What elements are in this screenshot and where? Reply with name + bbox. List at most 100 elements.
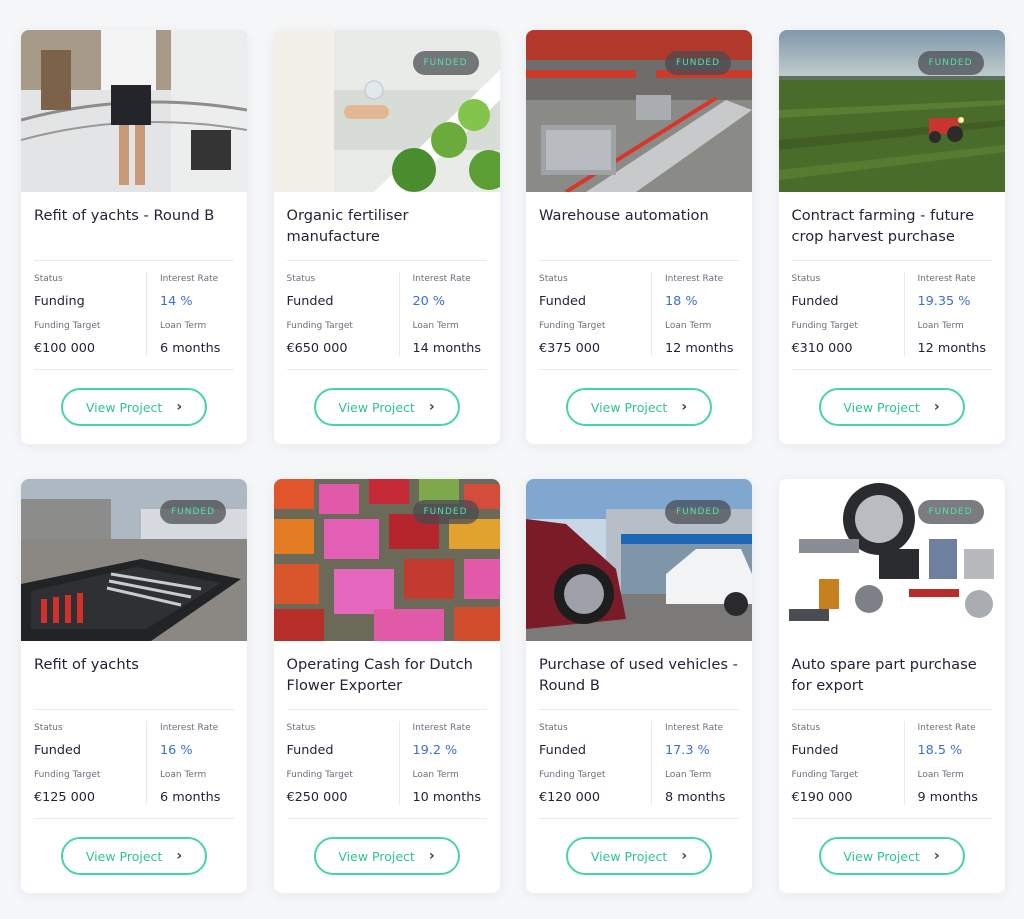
funding-target-value: €100 000 — [34, 341, 96, 356]
status-value: Funded — [791, 743, 839, 758]
status-value: Funded — [286, 294, 334, 309]
project-title: Contract farming - future crop harvest p… — [791, 207, 975, 245]
funding-target-value: €190 000 — [791, 790, 853, 805]
project-title: Operating Cash for Dutch Flower Exporter — [286, 656, 473, 694]
interest-rate-label: Interest Rate — [412, 274, 471, 284]
project-image-flowers[interactable]: FUNDED — [273, 479, 500, 641]
chevron-right-icon: › — [933, 847, 940, 864]
interest-rate-value: 19.2 % — [412, 743, 458, 758]
interest-rate-value: 16 % — [160, 743, 193, 758]
funded-badge: FUNDED — [917, 500, 984, 524]
status-value: Funded — [34, 743, 82, 758]
project-card: FUNDED Warehouse automation Status Funde… — [526, 30, 752, 444]
loan-term-label: Loan Term — [412, 321, 459, 331]
chevron-right-icon: › — [681, 398, 688, 415]
funding-target-value: €120 000 — [539, 790, 601, 805]
project-title: Organic fertiliser manufacture — [286, 207, 409, 245]
funding-target-label: Funding Target — [286, 770, 353, 780]
project-card: FUNDED Contract farming - future crop ha… — [778, 30, 1005, 444]
funding-target-label: Funding Target — [34, 770, 101, 780]
project-title: Refit of yachts — [34, 656, 139, 673]
interest-rate-label: Interest Rate — [160, 274, 219, 284]
view-project-button[interactable]: View Project › — [313, 837, 460, 875]
project-title: Refit of yachts - Round B — [34, 207, 215, 224]
view-project-label: View Project — [590, 399, 668, 415]
status-value: Funded — [539, 743, 587, 758]
funded-badge: FUNDED — [665, 500, 731, 524]
project-image-warehouse[interactable]: FUNDED — [526, 30, 752, 192]
project-card: FUNDED Purchase of used vehicles - Round… — [526, 479, 752, 893]
funded-badge: FUNDED — [412, 500, 479, 524]
view-project-button[interactable]: View Project › — [313, 388, 460, 426]
chevron-right-icon: › — [681, 847, 688, 864]
view-project-label: View Project — [590, 848, 668, 864]
loan-term-label: Loan Term — [917, 770, 964, 780]
status-label: Status — [791, 723, 821, 733]
status-label: Status — [539, 723, 568, 733]
project-card: FUNDED Operating Cash for Dutch Flower E… — [273, 479, 500, 893]
loan-term-value: 8 months — [665, 790, 726, 805]
interest-rate-value: 18.5 % — [917, 743, 963, 758]
interest-rate-value: 14 % — [160, 294, 193, 309]
project-card: FUNDED Refit of yachts Status Funded Fun… — [21, 479, 247, 893]
project-stats: Status Funding Funding Target €100 000 I… — [34, 261, 234, 369]
interest-rate-value: 19.35 % — [917, 294, 971, 309]
status-value: Funded — [539, 294, 587, 309]
status-value: Funded — [791, 294, 839, 309]
project-stats: Status Funded Funding Target €650 000 In… — [287, 261, 487, 369]
chevron-right-icon: › — [428, 398, 435, 415]
view-project-button[interactable]: View Project › — [818, 388, 965, 426]
interest-rate-label: Interest Rate — [917, 723, 976, 733]
project-stats: Status Funded Funding Target €310 000 In… — [792, 261, 992, 369]
interest-rate-label: Interest Rate — [665, 723, 724, 733]
status-label: Status — [286, 723, 316, 733]
view-project-button[interactable]: View Project › — [818, 837, 965, 875]
project-title: Warehouse automation — [539, 207, 709, 224]
status-label: Status — [539, 274, 568, 284]
project-stats: Status Funded Funding Target €250 000 In… — [287, 710, 487, 818]
view-project-button[interactable]: View Project › — [566, 837, 712, 875]
loan-term-label: Loan Term — [665, 770, 712, 780]
funded-badge: FUNDED — [412, 51, 479, 75]
view-project-button[interactable]: View Project › — [61, 837, 207, 875]
interest-rate-label: Interest Rate — [665, 274, 724, 284]
funding-target-value: €250 000 — [286, 790, 348, 805]
project-stats: Status Funded Funding Target €375 000 In… — [539, 261, 739, 369]
funding-target-label: Funding Target — [539, 321, 606, 331]
project-stats: Status Funded Funding Target €125 000 In… — [34, 710, 234, 818]
chevron-right-icon: › — [428, 847, 435, 864]
project-image-toolbox[interactable]: FUNDED — [21, 479, 247, 641]
project-image-farming[interactable]: FUNDED — [778, 30, 1005, 192]
funding-target-label: Funding Target — [539, 770, 606, 780]
funded-badge: FUNDED — [160, 500, 226, 524]
project-image-vehicles[interactable]: FUNDED — [526, 479, 752, 641]
interest-rate-value: 18 % — [665, 294, 698, 309]
loan-term-value: 10 months — [412, 790, 482, 805]
status-value: Funded — [286, 743, 334, 758]
funding-target-value: €125 000 — [34, 790, 96, 805]
interest-rate-value: 17.3 % — [665, 743, 710, 758]
view-project-label: View Project — [85, 399, 163, 415]
funded-badge: FUNDED — [665, 51, 731, 75]
project-card: FUNDED Auto spare part purchase for expo… — [778, 479, 1005, 893]
project-stats: Status Funded Funding Target €190 000 In… — [792, 710, 992, 818]
chevron-right-icon: › — [176, 398, 183, 415]
status-label: Status — [791, 274, 821, 284]
loan-term-value: 6 months — [160, 341, 221, 356]
loan-term-value: 12 months — [917, 341, 987, 356]
status-label: Status — [34, 274, 63, 284]
interest-rate-label: Interest Rate — [412, 723, 471, 733]
loan-term-value: 12 months — [665, 341, 734, 356]
loan-term-label: Loan Term — [917, 321, 964, 331]
funding-target-value: €310 000 — [791, 341, 853, 356]
funded-badge: FUNDED — [917, 51, 984, 75]
funding-target-label: Funding Target — [791, 770, 858, 780]
project-image-auto-parts[interactable]: FUNDED — [778, 479, 1005, 641]
status-value: Funding — [34, 294, 85, 309]
project-image-yacht[interactable] — [21, 30, 247, 192]
loan-term-label: Loan Term — [665, 321, 712, 331]
project-image-hydroponic[interactable]: FUNDED — [273, 30, 500, 192]
view-project-button[interactable]: View Project › — [566, 388, 712, 426]
funding-target-value: €375 000 — [539, 341, 601, 356]
view-project-button[interactable]: View Project › — [61, 388, 207, 426]
